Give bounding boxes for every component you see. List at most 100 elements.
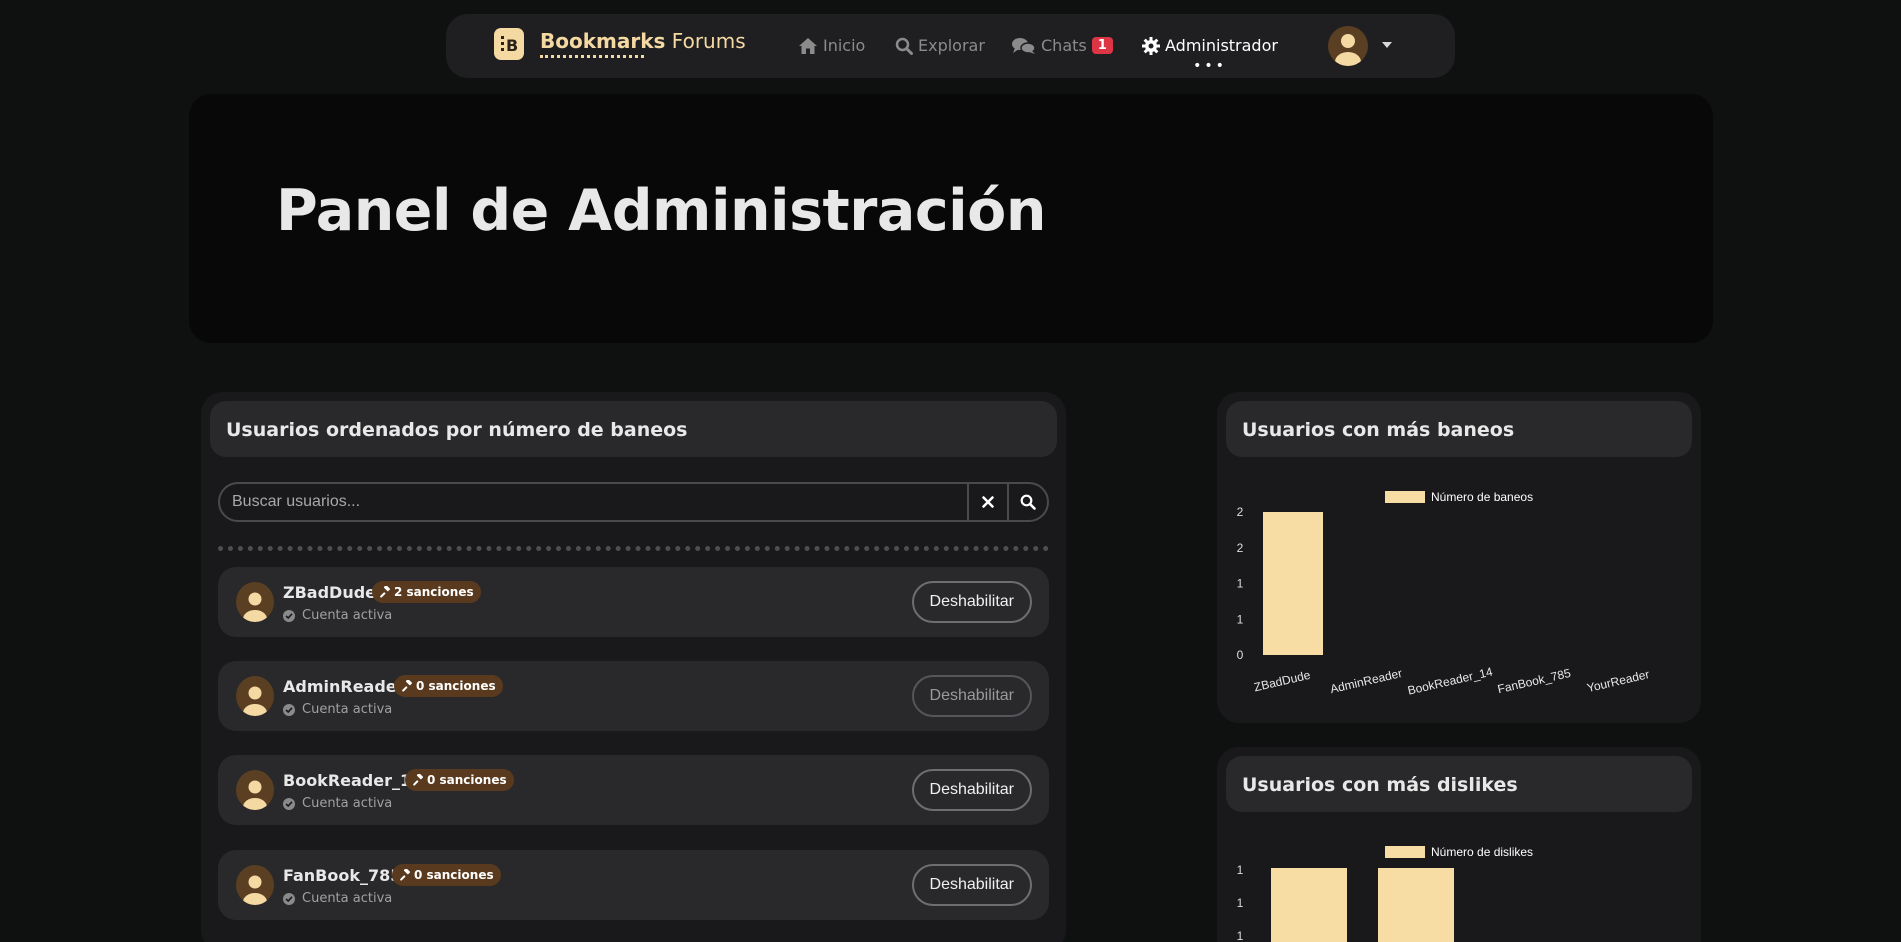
y-tick-label: 2: [1237, 541, 1244, 555]
x-tick-label: FanBook_785: [1496, 666, 1572, 697]
disable-user-button[interactable]: Deshabilitar: [911, 675, 1032, 717]
brand-link[interactable]: B Bookmarks Forums: [494, 28, 746, 60]
avatar: [236, 770, 274, 810]
legend-swatch: [1385, 846, 1425, 858]
nav-chats-label: Chats: [1041, 36, 1087, 55]
bar: [1263, 512, 1323, 655]
x-tick-label: ZBadDude: [1253, 668, 1312, 695]
legend-label: Número de dislikes: [1431, 845, 1533, 859]
gavel-icon: [402, 680, 412, 692]
y-tick-label: 1: [1237, 896, 1244, 910]
legend-swatch: [1385, 491, 1425, 503]
brand-underline: [540, 55, 644, 58]
active-indicator: •••: [1193, 58, 1227, 74]
user-row: BookReader_14 0 sanciones Cuenta activa …: [218, 755, 1049, 825]
divider: [218, 546, 1049, 551]
bans-chart: Número de baneos 0 1 1 2 2 ZBadDude AdminReader…: [1237, 490, 1651, 698]
close-icon: [982, 496, 994, 508]
svg-text:B: B: [506, 36, 518, 54]
nav-inicio[interactable]: Inicio: [798, 36, 865, 55]
top-navbar: B Bookmarks Forums Inicio Explorar Chats…: [446, 14, 1455, 78]
user-name[interactable]: ZBadDude: [283, 583, 376, 602]
sanctions-count: 0 sanciones: [414, 868, 494, 882]
nav-administrador-label: Administrador: [1165, 36, 1278, 55]
gavel-icon: [413, 774, 423, 786]
user-name[interactable]: FanBook_785: [283, 866, 401, 885]
check-circle-icon: [283, 609, 295, 622]
y-tick-label: 1: [1237, 577, 1244, 591]
nav-explorar[interactable]: Explorar: [895, 36, 985, 55]
account-status: Cuenta activa: [283, 891, 392, 906]
search-button[interactable]: [1007, 484, 1047, 520]
sanctions-badge: 0 sanciones: [394, 675, 503, 697]
search-input[interactable]: [220, 484, 967, 520]
avatar: [236, 865, 274, 905]
legend-label: Número de baneos: [1431, 490, 1533, 504]
user-avatar-menu[interactable]: [1328, 26, 1368, 66]
page-title: Panel de Administración: [276, 178, 1046, 244]
y-tick-label: 1: [1237, 612, 1244, 626]
sanctions-badge: 0 sanciones: [405, 769, 514, 791]
avatar: [236, 676, 274, 716]
brand-name: Bookmarks Forums: [540, 29, 746, 58]
user-row: ZBadDude 2 sanciones Cuenta activa Desha…: [218, 567, 1049, 637]
nav-chats[interactable]: Chats 1: [1012, 36, 1113, 55]
user-search: [218, 482, 1049, 522]
sanctions-badge: 0 sanciones: [392, 864, 501, 886]
account-status: Cuenta activa: [283, 608, 392, 623]
clear-search-button[interactable]: [967, 484, 1007, 520]
book-logo-icon: B: [494, 28, 524, 60]
account-status-text: Cuenta activa: [302, 702, 393, 717]
x-tick-label: BookReader_14: [1406, 664, 1494, 697]
sanctions-badge: 2 sanciones: [372, 581, 481, 603]
sanctions-count: 0 sanciones: [416, 679, 496, 693]
disable-user-button[interactable]: Deshabilitar: [911, 769, 1032, 811]
users-panel: Usuarios ordenados por número de baneos …: [201, 392, 1066, 942]
bar: [1271, 868, 1347, 942]
brand-name-bold: Bookmarks: [540, 29, 666, 53]
hero-banner: Panel de Administración: [189, 94, 1713, 343]
y-tick-label: 0: [1237, 648, 1244, 662]
search-icon: [895, 37, 913, 55]
user-name[interactable]: BookReader_14: [283, 771, 422, 790]
x-tick-label: AdminReader: [1329, 666, 1404, 696]
nav-inicio-label: Inicio: [823, 36, 866, 55]
users-panel-header: Usuarios ordenados por número de baneos: [210, 401, 1057, 457]
check-circle-icon: [283, 703, 295, 716]
check-circle-icon: [283, 892, 295, 905]
account-status: Cuenta activa: [283, 702, 392, 717]
bar: [1378, 868, 1454, 942]
disable-user-button[interactable]: Deshabilitar: [911, 581, 1032, 623]
bans-chart-panel: Usuarios con más baneos Número de baneos…: [1217, 392, 1701, 723]
home-icon: [799, 37, 817, 54]
avatar: [236, 582, 274, 622]
account-status-text: Cuenta activa: [302, 608, 393, 623]
chevron-down-icon[interactable]: [1382, 42, 1392, 48]
gavel-icon: [380, 586, 390, 598]
check-circle-icon: [283, 797, 295, 810]
y-tick-label: 2: [1237, 505, 1244, 519]
gavel-icon: [400, 869, 410, 881]
nav-administrador[interactable]: Administrador •••: [1142, 36, 1278, 73]
account-status: Cuenta activa: [283, 796, 392, 811]
search-icon: [1020, 494, 1036, 510]
y-tick-label: 1: [1237, 929, 1244, 942]
brand-name-light: Forums: [671, 29, 746, 53]
dislikes-chart-panel: Usuarios con más dislikes Número de disl…: [1217, 747, 1701, 942]
account-status-text: Cuenta activa: [302, 891, 393, 906]
nav-explorar-label: Explorar: [918, 36, 985, 55]
sanctions-count: 2 sanciones: [394, 585, 474, 599]
user-row: FanBook_785 0 sanciones Cuenta activa De…: [218, 850, 1049, 920]
gear-icon: [1142, 36, 1160, 55]
disable-user-button[interactable]: Deshabilitar: [911, 864, 1032, 906]
sanctions-count: 0 sanciones: [427, 773, 507, 787]
avatar: [1335, 34, 1361, 66]
users-panel-title: Usuarios ordenados por número de baneos: [226, 419, 688, 441]
account-status-text: Cuenta activa: [302, 796, 393, 811]
user-row: AdminReader 0 sanciones Cuenta activa De…: [218, 661, 1049, 731]
chats-unread-badge: 1: [1091, 37, 1113, 54]
user-name[interactable]: AdminReader: [283, 677, 405, 696]
chat-bubbles-icon: [1012, 37, 1036, 54]
y-tick-label: 1: [1237, 863, 1244, 877]
x-tick-label: YourReader: [1586, 667, 1651, 695]
